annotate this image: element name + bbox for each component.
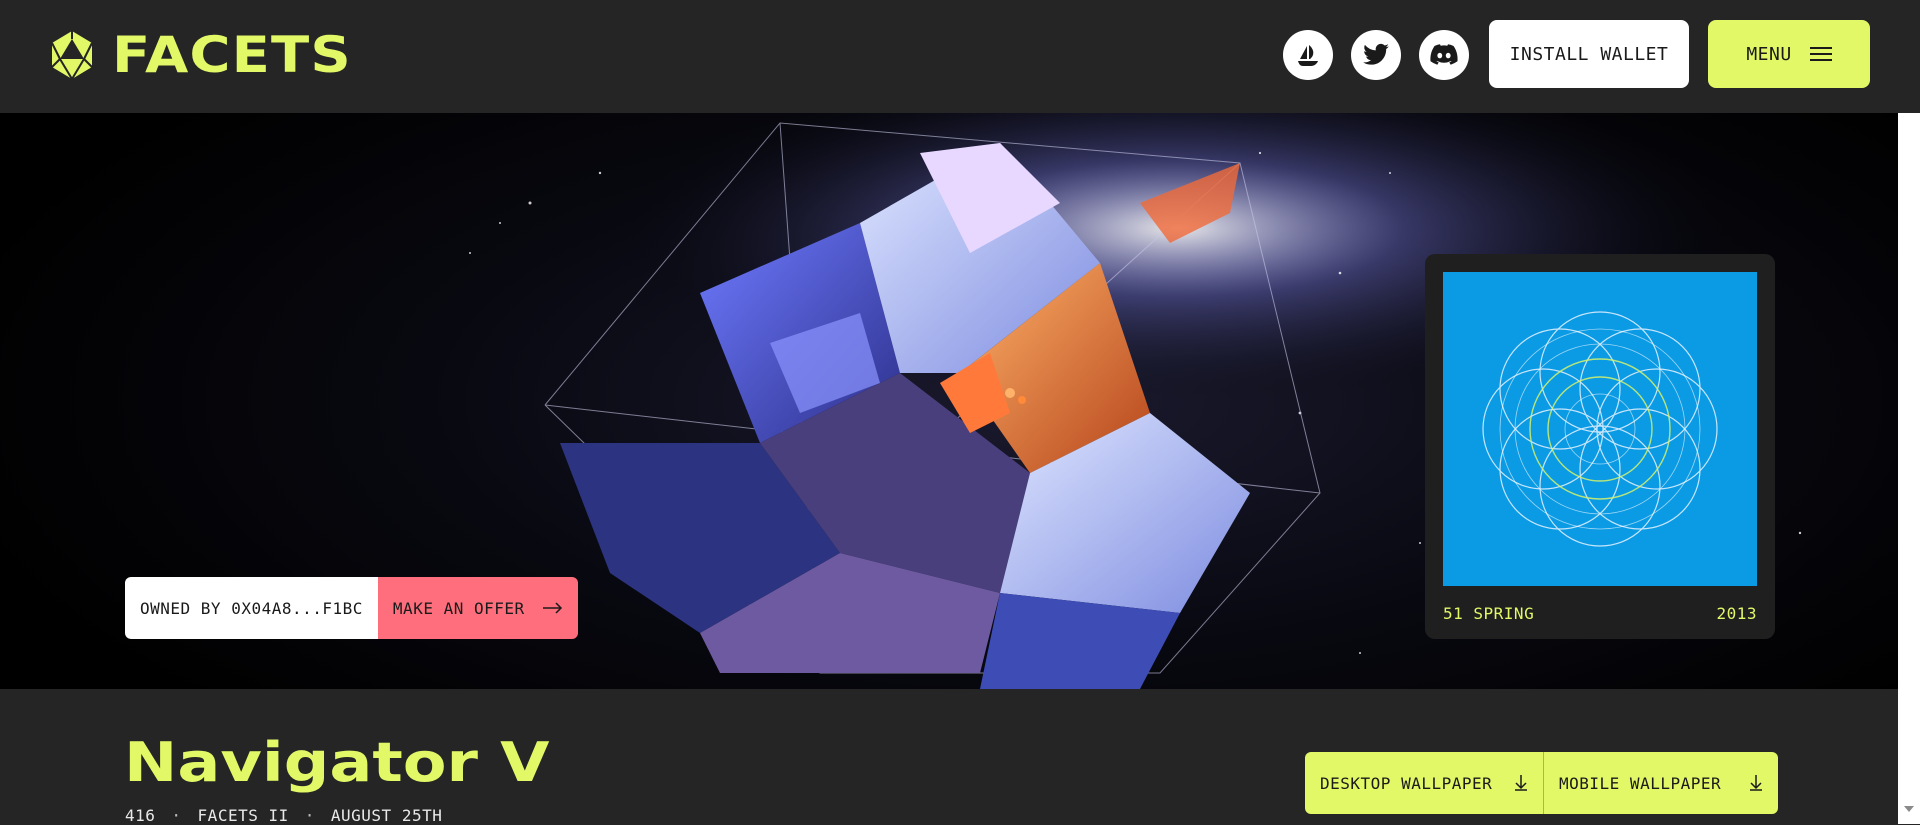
menu-label: MENU xyxy=(1746,43,1792,65)
artwork-collection: FACETS II xyxy=(197,806,289,825)
discord-button[interactable] xyxy=(1419,30,1469,80)
twitter-button[interactable] xyxy=(1351,30,1401,80)
make-offer-button[interactable]: MAKE AN OFFER xyxy=(377,577,578,639)
artwork-title: Navigator V xyxy=(124,731,550,794)
card-title: 51 SPRING xyxy=(1443,604,1535,623)
arrow-right-icon xyxy=(542,602,562,614)
download-icon xyxy=(1750,775,1762,791)
twitter-icon xyxy=(1363,43,1389,65)
opensea-icon xyxy=(1298,45,1318,66)
flower-mesh-image xyxy=(1482,311,1718,547)
owner-offer-bar: OWNED BY 0X04A8...F1BC MAKE AN OFFER xyxy=(125,577,578,639)
logo-text: FACETS xyxy=(112,26,352,84)
opensea-button[interactable] xyxy=(1283,30,1333,80)
make-offer-label: MAKE AN OFFER xyxy=(392,598,525,618)
related-artwork-card[interactable]: 51 SPRING 2013 xyxy=(1425,254,1775,639)
icosahedron-logo-icon xyxy=(51,31,93,80)
site-header: FACETS INSTALL WALLET MENU xyxy=(0,0,1920,113)
hero-artwork: OWNED BY 0X04A8...F1BC MAKE AN OFFER 51 … xyxy=(0,113,1898,689)
artwork-number: 416 xyxy=(125,806,156,825)
owner-label: OWNED BY 0X04A8...F1BC xyxy=(125,577,378,639)
card-year: 2013 xyxy=(1716,604,1757,623)
artwork-date: AUGUST 25TH xyxy=(330,806,443,825)
desktop-wallpaper-label: DESKTOP WALLPAPER xyxy=(1320,773,1493,793)
artwork-meta: 416 · FACETS II · AUGUST 25TH xyxy=(125,806,442,825)
meta-separator: · xyxy=(304,806,315,825)
mobile-wallpaper-label: MOBILE WALLPAPER xyxy=(1559,773,1722,793)
menu-button[interactable]: MENU xyxy=(1708,20,1870,88)
desktop-wallpaper-button[interactable]: DESKTOP WALLPAPER xyxy=(1305,752,1543,814)
facets-logo[interactable]: FACETS xyxy=(48,29,351,81)
hamburger-icon xyxy=(1809,46,1832,62)
meta-separator: · xyxy=(171,806,182,825)
install-wallet-button[interactable]: INSTALL WALLET xyxy=(1489,20,1689,88)
page-scrollbar[interactable] xyxy=(1898,113,1920,824)
card-artwork-image xyxy=(1443,272,1757,586)
scroll-down-icon[interactable] xyxy=(1904,806,1914,812)
discord-icon xyxy=(1430,44,1458,65)
wallpaper-downloads: DESKTOP WALLPAPER MOBILE WALLPAPER xyxy=(1305,752,1778,814)
download-icon xyxy=(1515,775,1527,791)
mobile-wallpaper-button[interactable]: MOBILE WALLPAPER xyxy=(1544,752,1778,814)
